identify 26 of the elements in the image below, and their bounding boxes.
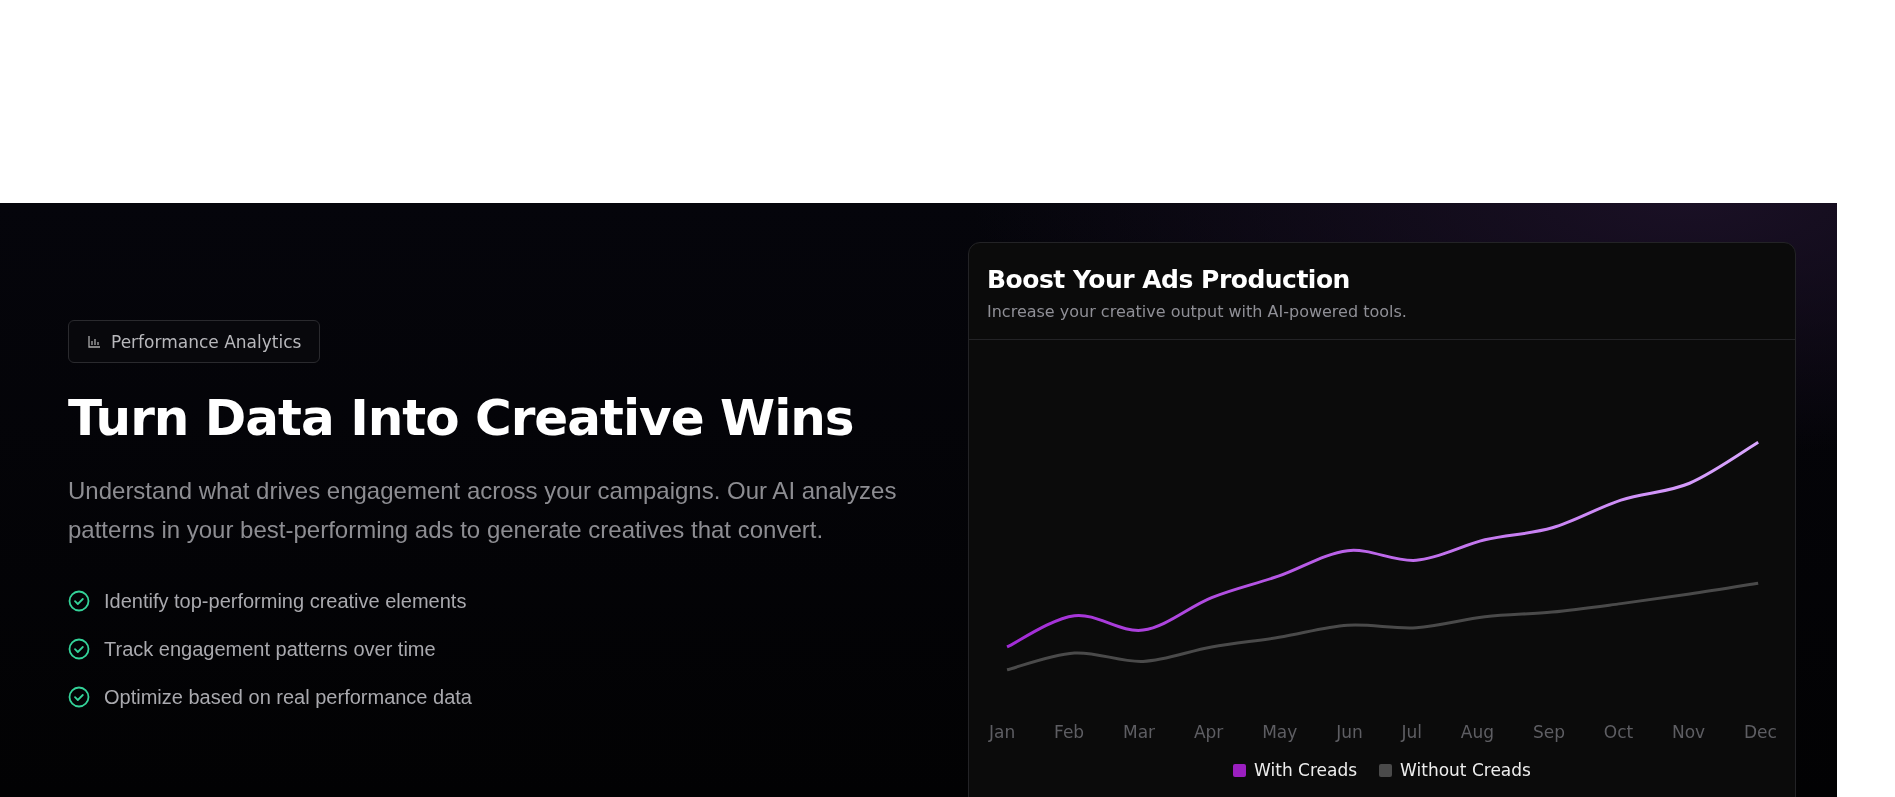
legend-label: With Creads (1254, 760, 1358, 780)
month-label: Apr (1193, 722, 1224, 742)
feature-text: Optimize based on real performance data (104, 685, 472, 709)
month-label: Jan (989, 722, 1016, 742)
month-label: May (1262, 722, 1298, 742)
check-circle-icon (68, 638, 90, 660)
check-circle-icon (68, 686, 90, 708)
card-title: Boost Your Ads Production (987, 265, 1351, 294)
bar-chart-icon (87, 334, 101, 349)
description: Understand what drives engagement across your campaigns. Our AI analyzes patterns in your best-performing ads to generate creatives that convert. (68, 476, 898, 545)
month-label: Feb (1054, 722, 1085, 742)
feature-text: Identify top-performing creative elements (104, 589, 467, 613)
check-circle-icon (68, 590, 90, 612)
heading: Turn Data Into Creative Wins (68, 388, 855, 449)
month-label: Nov (1672, 722, 1706, 742)
month-label: Jul (1401, 722, 1423, 742)
month-label: Dec (1744, 722, 1777, 742)
month-label: Aug (1460, 722, 1495, 742)
feature-text: Track engagement patterns over time (104, 637, 436, 661)
month-label: Mar (1123, 722, 1156, 742)
legend-label: Without Creads (1400, 760, 1531, 780)
card-subtitle: Increase your creative output with AI-powered tools. (987, 302, 1408, 321)
month-label: Oct (1603, 722, 1634, 742)
month-label: Sep (1532, 722, 1565, 742)
badge-label: Performance Analytics (111, 331, 302, 352)
month-label: Jun (1336, 722, 1363, 742)
